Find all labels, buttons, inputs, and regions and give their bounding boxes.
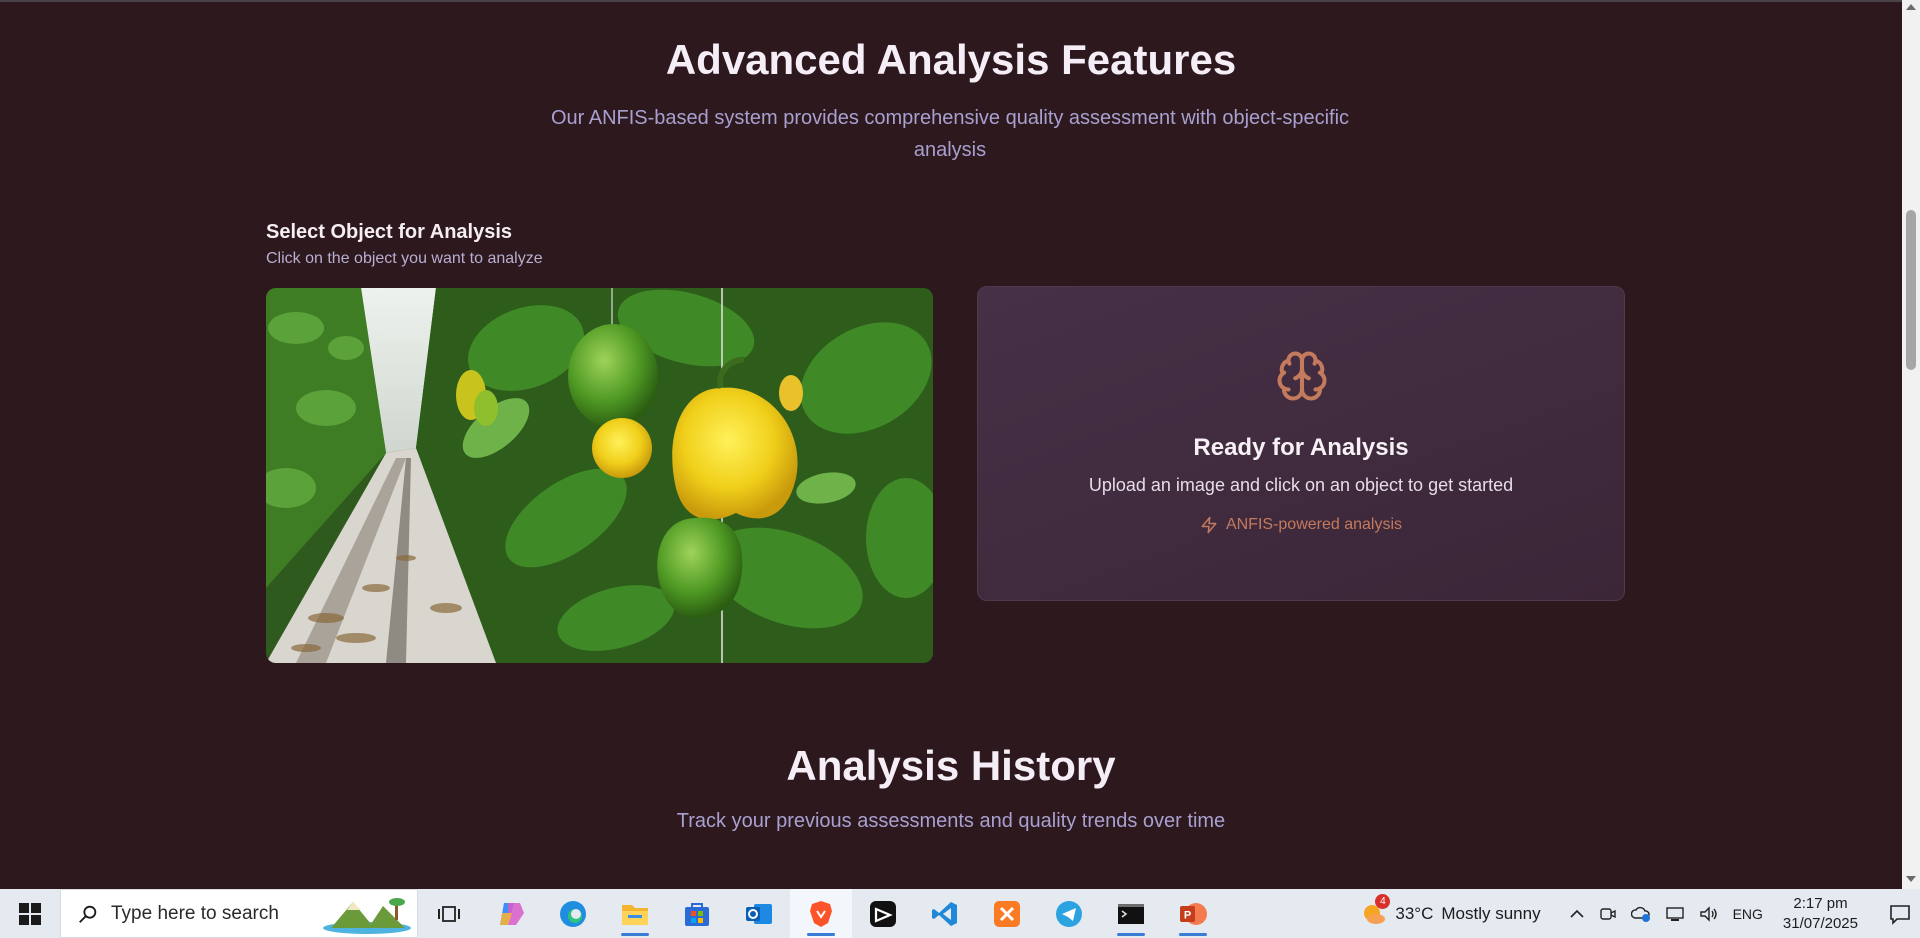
- outlook-button[interactable]: [728, 889, 790, 938]
- search-icon: [79, 905, 97, 923]
- onedrive-icon[interactable]: [1630, 905, 1651, 923]
- powerpoint-icon: P: [1180, 902, 1207, 925]
- vs-code-button[interactable]: [914, 889, 976, 938]
- store-icon: [685, 902, 709, 926]
- notification-icon: [1890, 904, 1910, 925]
- start-button[interactable]: [0, 889, 60, 938]
- task-view-icon: [438, 905, 460, 922]
- uploaded-image[interactable]: [266, 288, 933, 663]
- history-subtitle: Track your previous assessments and qual…: [676, 810, 1226, 832]
- history-title: Analysis History: [786, 742, 1116, 789]
- select-object-title: Select Object for Analysis: [266, 221, 513, 243]
- volume-icon[interactable]: [1699, 905, 1719, 923]
- anfis-badge-label: ANFIS-powered analysis: [1225, 516, 1403, 533]
- brave-lion-icon: [810, 900, 832, 927]
- windows-logo-icon: [19, 902, 41, 925]
- pepper-greenhouse-image[interactable]: [266, 288, 933, 663]
- clock[interactable]: 2:17 pm 31/07/2025: [1783, 894, 1858, 934]
- terminal-icon: [1118, 903, 1144, 924]
- capcut-button[interactable]: [852, 889, 914, 938]
- scroll-down-arrow-icon[interactable]: [1906, 876, 1916, 882]
- clock-time: 2:17 pm: [1793, 894, 1848, 912]
- xampp-icon: [994, 900, 1020, 927]
- capcut-icon: [870, 900, 896, 927]
- chevron-up-icon[interactable]: [1569, 906, 1585, 922]
- notification-center-button[interactable]: [1880, 903, 1920, 925]
- powerpoint-button[interactable]: P: [1162, 889, 1224, 938]
- select-object-subtitle: Click on the object you want to analyze: [266, 250, 543, 267]
- vscode-icon: [932, 901, 957, 926]
- scroll-thumb[interactable]: [1906, 210, 1916, 370]
- edge-button[interactable]: [542, 889, 604, 938]
- windows-taskbar: Type here to search P 4 33°C Mostly sunn…: [0, 889, 1920, 938]
- task-view-button[interactable]: [418, 889, 480, 938]
- taskbar-search-box[interactable]: Type here to search: [60, 889, 418, 938]
- copilot-icon: [500, 902, 524, 925]
- weather-description: Mostly sunny: [1441, 903, 1541, 923]
- scroll-up-arrow-icon[interactable]: [1906, 4, 1916, 10]
- ready-title: Ready for Analysis: [1193, 434, 1409, 461]
- meet-now-icon[interactable]: [1599, 905, 1617, 923]
- xampp-button[interactable]: [976, 889, 1038, 938]
- brain-icon: [1277, 351, 1327, 401]
- outlook-icon: [746, 903, 772, 924]
- weather-temperature: 33°C: [1395, 903, 1434, 923]
- file-explorer-button[interactable]: [604, 889, 666, 938]
- weather-notification-badge: 4: [1375, 893, 1391, 909]
- web-page: Advanced Analysis Features Our ANFIS-bas…: [0, 0, 1902, 889]
- lightning-icon: [1201, 516, 1217, 534]
- system-tray: 4 33°C Mostly sunny ENG 2:17 pm 31/07/20…: [1361, 889, 1920, 938]
- telegram-icon: [1056, 900, 1082, 927]
- brave-button[interactable]: [790, 889, 852, 938]
- ready-for-analysis-card: Ready for Analysis Upload an image and c…: [977, 286, 1625, 601]
- telegram-button[interactable]: [1038, 889, 1100, 938]
- network-icon[interactable]: [1665, 905, 1685, 923]
- terminal-button[interactable]: [1100, 889, 1162, 938]
- search-placeholder: Type here to search: [111, 902, 279, 924]
- features-title: Advanced Analysis Features: [665, 36, 1237, 83]
- copilot-button[interactable]: [480, 889, 542, 938]
- anfis-badge: ANFIS-powered analysis: [978, 516, 1624, 534]
- ready-subtitle: Upload an image and click on an object t…: [1088, 475, 1514, 495]
- features-subtitle: Our ANFIS-based system provides comprehe…: [550, 107, 1350, 161]
- weather-widget[interactable]: 4 33°C Mostly sunny: [1361, 893, 1541, 927]
- page-scrollbar[interactable]: [1902, 0, 1920, 889]
- language-indicator[interactable]: ENG: [1733, 906, 1763, 922]
- search-highlight-icon: [323, 898, 411, 934]
- folder-icon: [622, 904, 648, 925]
- svg-text:P: P: [1184, 909, 1191, 921]
- edge-icon: [560, 900, 586, 927]
- tray-icons: ENG: [1569, 905, 1763, 923]
- microsoft-store-button[interactable]: [666, 889, 728, 938]
- clock-date: 31/07/2025: [1782, 914, 1858, 932]
